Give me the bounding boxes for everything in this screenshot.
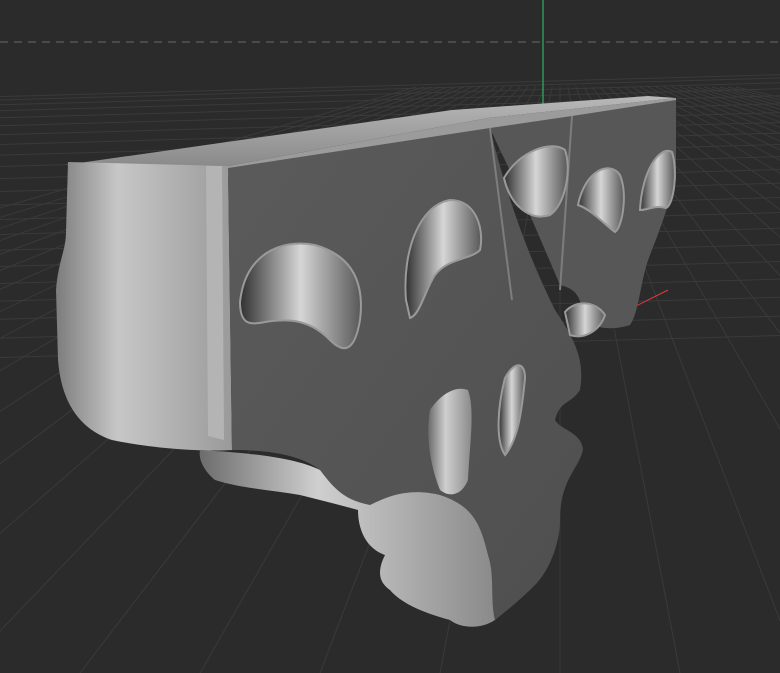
grid-line (727, 86, 780, 101)
grid-line (679, 86, 780, 123)
end-cap (56, 162, 232, 451)
3d-viewport[interactable] (0, 0, 780, 673)
grid-line (0, 74, 780, 98)
grid-line (663, 86, 780, 135)
grid-line (0, 77, 780, 101)
grid-line (719, 86, 780, 104)
grid-line (711, 86, 780, 107)
bracket-model[interactable] (56, 96, 676, 627)
scene-canvas[interactable] (0, 0, 780, 673)
end-cap-bevel (206, 166, 224, 440)
grid-line (703, 86, 780, 110)
cutout-lower-right (563, 302, 607, 338)
